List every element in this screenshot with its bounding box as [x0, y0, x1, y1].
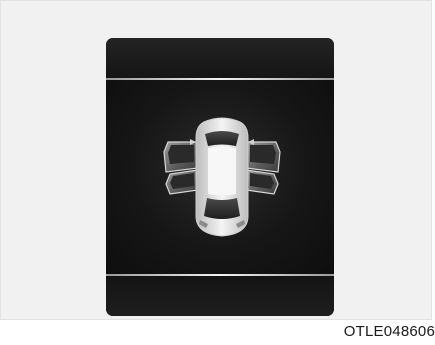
front-left-door-glass [168, 145, 194, 164]
rear-window [204, 198, 240, 219]
roof [208, 146, 236, 196]
image-code-label: OTLE048606 [343, 323, 435, 340]
display-bottom-band [106, 276, 334, 316]
front-right-door-glass [250, 145, 276, 164]
windshield [205, 131, 239, 146]
car-doors-open-icon [163, 117, 281, 237]
display-top-band [106, 38, 334, 78]
